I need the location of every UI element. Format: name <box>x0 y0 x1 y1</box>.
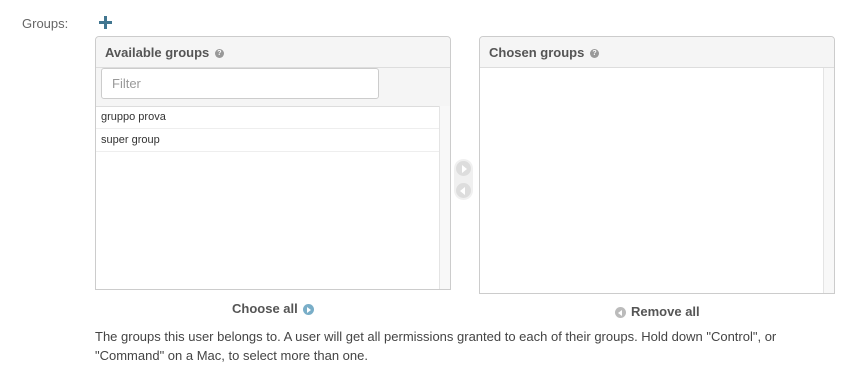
choose-all-label: Choose all <box>232 301 298 316</box>
remove-all-label: Remove all <box>631 304 700 319</box>
chosen-groups-title: Chosen groups <box>489 45 585 60</box>
filter-input[interactable] <box>101 68 379 99</box>
filter-bar <box>96 68 450 107</box>
available-groups-header: Available groups ? <box>96 37 450 68</box>
chosen-list-scrollbar[interactable] <box>823 68 834 293</box>
chosen-groups-header: Chosen groups ? <box>480 37 834 68</box>
chosen-groups-box: Chosen groups ? <box>479 36 835 294</box>
available-list-scrollbar[interactable] <box>439 106 450 289</box>
arrow-left-circle-icon <box>615 307 626 319</box>
chosen-groups-list[interactable] <box>480 68 824 293</box>
plus-icon[interactable] <box>99 16 112 29</box>
available-groups-title: Available groups <box>105 45 210 60</box>
arrow-right-circle-icon <box>302 304 314 316</box>
help-icon[interactable]: ? <box>214 49 224 59</box>
list-item[interactable]: super group <box>96 129 440 152</box>
add-selected-button[interactable] <box>456 161 471 176</box>
groups-field-label: Groups: <box>22 16 69 31</box>
choose-all-link[interactable]: Choose all <box>232 301 314 316</box>
remove-all-link[interactable]: Remove all <box>615 304 700 319</box>
remove-selected-button[interactable] <box>456 183 471 198</box>
field-help-text: The groups this user belongs to. A user … <box>95 329 777 363</box>
available-groups-box: Available groups ? gruppo prova super gr… <box>95 36 451 290</box>
list-item[interactable]: gruppo prova <box>96 106 440 129</box>
help-icon[interactable]: ? <box>589 49 599 59</box>
available-groups-list[interactable]: gruppo prova super group <box>96 106 440 289</box>
